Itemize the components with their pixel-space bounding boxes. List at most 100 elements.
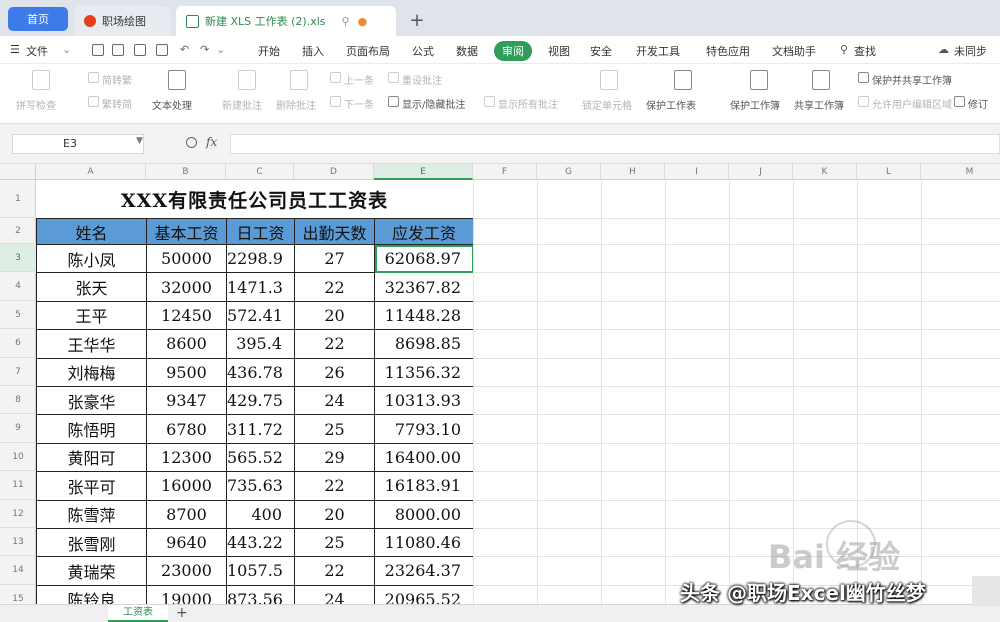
prev-comment-button[interactable]: 上一条 [344,72,374,87]
table-cell[interactable]: 32367.82 [374,272,474,302]
table-cell[interactable]: 1471.3 [226,272,295,302]
row-header-2[interactable]: 2 [0,218,36,244]
menu-file[interactable]: 文件 [26,43,48,59]
table-cell[interactable]: 16000 [146,471,227,501]
row-header-6[interactable]: 6 [0,329,36,358]
track-changes-icon[interactable] [954,96,965,107]
add-sheet-icon[interactable]: + [176,605,188,621]
table-cell[interactable]: 9640 [146,527,227,558]
column-header-h[interactable]: H [601,164,665,180]
next-comment-button[interactable]: 下一条 [344,96,374,111]
row-header-7[interactable]: 7 [0,358,36,386]
table-cell[interactable]: 黄阳可 [36,442,147,473]
chevron-down-icon[interactable]: ⌄ [62,43,71,56]
tab-hr[interactable]: 职场绘图 [74,6,170,36]
row-header-3[interactable]: 3 [0,244,36,273]
table-cell[interactable]: 311.72 [226,414,295,444]
column-title[interactable]: 应发工资 [374,218,474,245]
protect-workbook-button[interactable]: 保护工作簿 [730,97,780,112]
protect-share-icon[interactable] [858,72,869,83]
table-cell[interactable]: 19000 [146,584,227,604]
table-cell[interactable]: 572.41 [226,300,295,331]
protect-share-button[interactable]: 保护并共享工作簿 [872,72,952,87]
table-cell[interactable]: 27 [294,243,375,274]
table-cell[interactable]: 陈小凤 [36,243,147,274]
table-cell[interactable]: 12300 [146,442,227,473]
menu-item-page-layout[interactable]: 页面布局 [346,43,390,59]
reset-comment-button[interactable]: 重设批注 [402,72,442,87]
column-header-g[interactable]: G [537,164,601,180]
table-cell[interactable]: 565.52 [226,442,295,473]
table-cell[interactable]: 24 [294,584,375,604]
trad-to-simp-icon[interactable] [88,96,99,107]
export-icon[interactable] [112,44,124,56]
table-cell[interactable]: 张雪刚 [36,527,147,558]
column-title[interactable]: 基本工资 [146,218,227,245]
menu-search[interactable]: 查找 [854,43,876,59]
column-title[interactable]: 出勤天数 [294,218,375,245]
table-cell[interactable]: 20965.52 [374,584,474,604]
column-header-f[interactable]: F [473,164,537,180]
row-header-4[interactable]: 4 [0,272,36,301]
select-all-corner[interactable] [0,164,36,180]
table-cell[interactable]: 25 [294,414,375,444]
table-cell[interactable]: 16400.00 [374,442,474,473]
formula-input[interactable] [230,134,1000,154]
text-process-button[interactable]: 文本处理 [152,97,192,112]
track-changes-button[interactable]: 修订 [968,96,988,111]
table-cell[interactable]: 25 [294,527,375,558]
sheet-title[interactable]: XXX有限责任公司员工工资表 [36,186,473,213]
table-cell[interactable]: 8700 [146,499,227,529]
allow-edit-range-icon[interactable] [858,96,869,107]
reset-comment-icon[interactable] [388,72,399,83]
new-comment-button[interactable]: 新建批注 [222,97,262,112]
menu-item-special[interactable]: 特色应用 [706,43,750,59]
table-cell[interactable]: 王华华 [36,329,147,359]
tab-pin-icon[interactable]: ⚲ [342,15,350,28]
table-cell[interactable]: 873.56 [226,584,295,604]
column-header-d[interactable]: D [294,164,374,180]
table-cell[interactable]: 陈铃良 [36,584,147,604]
menu-item-doc-assistant[interactable]: 文档助手 [772,43,816,59]
table-cell[interactable]: 8600 [146,329,227,359]
search-icon[interactable]: ⚲ [840,43,848,56]
table-cell[interactable]: 6780 [146,414,227,444]
show-all-comments-icon[interactable] [484,96,495,107]
table-cell[interactable]: 20 [294,499,375,529]
prev-comment-icon[interactable] [330,72,341,83]
share-workbook-icon[interactable] [812,70,830,90]
table-cell[interactable]: 400 [226,499,295,529]
new-comment-icon[interactable] [238,70,256,90]
table-cell[interactable]: 9347 [146,385,227,416]
name-box[interactable]: E3 [12,134,144,154]
tab-file[interactable]: 新建 XLS 工作表 (2).xls ⚲ ● [176,6,396,36]
table-cell[interactable]: 26 [294,357,375,387]
menu-item-security[interactable]: 安全 [590,43,612,59]
menu-item-insert[interactable]: 插入 [302,43,324,59]
simp-to-trad-icon[interactable] [88,72,99,83]
save-icon[interactable] [92,44,104,56]
delete-comment-button[interactable]: 删除批注 [276,97,316,112]
delete-comment-icon[interactable] [290,70,308,90]
text-process-icon[interactable] [168,70,186,90]
show-all-comments-button[interactable]: 显示所有批注 [498,96,558,111]
table-cell[interactable]: 23264.37 [374,556,474,586]
column-header-b[interactable]: B [146,164,226,180]
allow-edit-range-button[interactable]: 允许用户编辑区域 [872,96,952,111]
menu-item-review[interactable]: 审阅 [494,41,532,61]
row-header-14[interactable]: 14 [0,556,36,585]
column-header-l[interactable]: L [857,164,921,180]
menu-item-formula[interactable]: 公式 [412,43,434,59]
table-cell[interactable]: 22 [294,272,375,302]
table-cell[interactable]: 24 [294,385,375,416]
table-cell[interactable]: 62068.97 [374,243,474,274]
row-header-8[interactable]: 8 [0,386,36,415]
table-cell[interactable]: 50000 [146,243,227,274]
fx-icon[interactable]: fx [206,135,217,149]
table-cell[interactable]: 23000 [146,556,227,586]
undo-icon[interactable]: ↶ [180,43,189,56]
table-cell[interactable]: 443.22 [226,527,295,558]
table-cell[interactable]: 王平 [36,300,147,331]
row-header-12[interactable]: 12 [0,500,36,528]
table-cell[interactable]: 刘梅梅 [36,357,147,387]
